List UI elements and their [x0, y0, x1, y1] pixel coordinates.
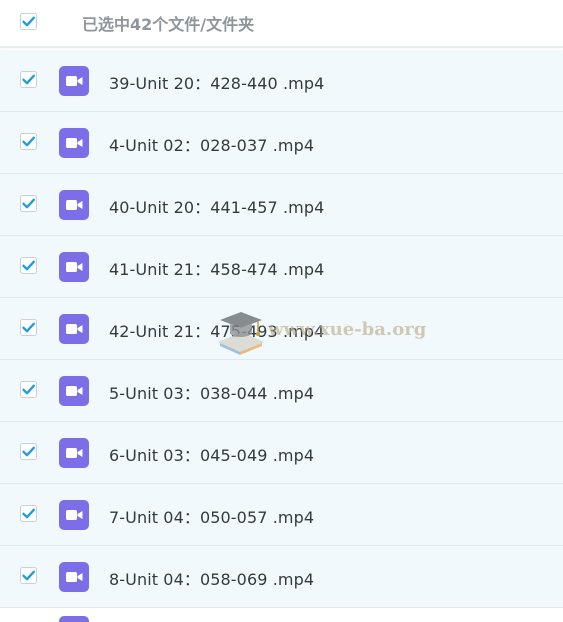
file-name[interactable]: 6-Unit 03：045-049 .mp4 — [109, 442, 314, 466]
checkbox-checked-icon — [20, 257, 37, 274]
file-name[interactable]: 42-Unit 21：475-493 .mp4 — [109, 318, 324, 342]
file-name[interactable]: 5-Unit 03：038-044 .mp4 — [109, 380, 314, 404]
video-file-icon — [59, 252, 89, 282]
file-list-panel: 已选中42个文件/文件夹 39-Unit 20：428-440 .mp4 4-Un… — [0, 0, 563, 622]
file-row[interactable]: 39-Unit 20：428-440 .mp4 — [0, 50, 563, 112]
file-checkbox[interactable] — [20, 505, 37, 526]
video-file-icon — [59, 66, 89, 96]
checkbox-checked-icon — [20, 319, 37, 336]
checkbox-checked-icon — [20, 133, 37, 150]
file-row[interactable]: 6-Unit 03：045-049 .mp4 — [0, 422, 563, 484]
file-row[interactable]: 5-Unit 03：038-044 .mp4 — [0, 360, 563, 422]
file-checkbox[interactable] — [20, 443, 37, 464]
video-camera-icon — [66, 448, 83, 458]
file-checkbox[interactable] — [20, 319, 37, 340]
video-file-icon — [59, 500, 89, 530]
checkbox-checked-icon — [20, 381, 37, 398]
file-row[interactable]: 40-Unit 20：441-457 .mp4 — [0, 174, 563, 236]
file-row[interactable]: 8-Unit 04：058-069 .mp4 — [0, 546, 563, 608]
checkbox-checked-icon — [20, 567, 37, 584]
file-checkbox[interactable] — [20, 71, 37, 92]
video-camera-icon — [66, 324, 83, 334]
selection-count-label: 已选中42个文件/文件夹 — [82, 15, 255, 34]
file-name[interactable]: 4-Unit 02：028-037 .mp4 — [109, 132, 314, 156]
file-row[interactable]: 7-Unit 04：050-057 .mp4 — [0, 484, 563, 546]
video-file-icon — [59, 190, 89, 220]
file-row[interactable]: 42-Unit 21：475-493 .mp4 — [0, 298, 563, 360]
video-camera-icon — [66, 386, 83, 396]
video-file-icon — [59, 314, 89, 344]
video-file-icon — [59, 562, 89, 592]
file-name[interactable]: 40-Unit 20：441-457 .mp4 — [109, 194, 324, 218]
checkbox-checked-icon — [20, 443, 37, 460]
file-checkbox[interactable] — [20, 257, 37, 278]
file-name[interactable]: 39-Unit 20：428-440 .mp4 — [109, 70, 324, 94]
file-checkbox[interactable] — [20, 381, 37, 402]
file-name[interactable]: 7-Unit 04：050-057 .mp4 — [109, 504, 314, 528]
video-camera-icon — [66, 510, 83, 520]
video-file-icon — [59, 616, 89, 622]
file-checkbox[interactable] — [20, 567, 37, 588]
video-file-icon — [59, 376, 89, 406]
video-camera-icon — [66, 76, 83, 86]
video-file-icon — [59, 128, 89, 158]
video-camera-icon — [66, 572, 83, 582]
file-row[interactable]: 41-Unit 21：458-474 .mp4 — [0, 236, 563, 298]
selection-header: 已选中42个文件/文件夹 — [0, 0, 563, 48]
checkbox-checked-icon — [20, 71, 37, 88]
checkbox-checked-icon — [20, 195, 37, 212]
file-checkbox[interactable] — [20, 133, 37, 154]
file-checkbox[interactable] — [20, 195, 37, 216]
checkbox-checked-icon — [20, 13, 37, 30]
select-all-checkbox[interactable] — [20, 13, 37, 34]
file-name[interactable]: 8-Unit 04：058-069 .mp4 — [109, 566, 314, 590]
checkbox-checked-icon — [20, 505, 37, 522]
video-camera-icon — [66, 200, 83, 210]
file-row[interactable]: 4-Unit 02：028-037 .mp4 — [0, 112, 563, 174]
file-name[interactable]: 41-Unit 21：458-474 .mp4 — [109, 256, 324, 280]
file-list: 39-Unit 20：428-440 .mp4 4-Unit 02：028-037… — [0, 50, 563, 608]
video-camera-icon — [66, 262, 83, 272]
video-file-icon — [59, 438, 89, 468]
video-camera-icon — [66, 138, 83, 148]
